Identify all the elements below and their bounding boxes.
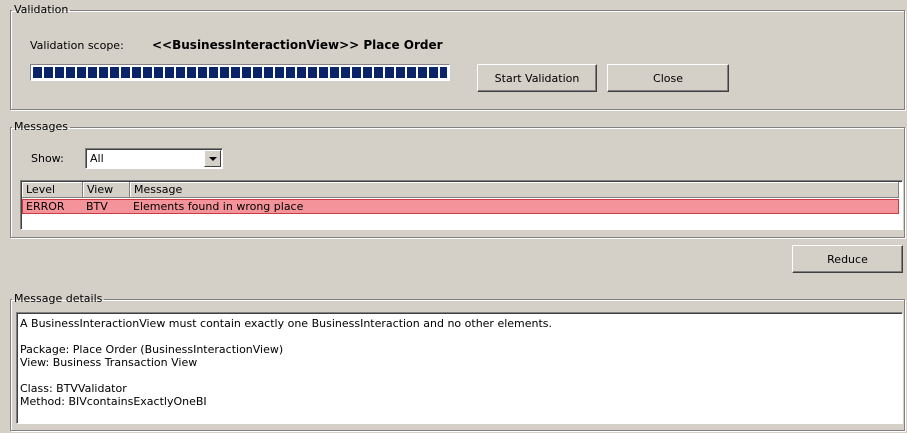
row-level: ERROR xyxy=(26,200,65,213)
show-filter-select[interactable]: All xyxy=(85,148,223,169)
show-filter-value: All xyxy=(90,152,104,165)
reduce-button[interactable]: Reduce xyxy=(792,245,903,273)
start-validation-button[interactable]: Start Validation xyxy=(477,64,597,92)
messages-table-header: Level View Message xyxy=(22,182,899,198)
message-details-text: A BusinessInteractionView must contain e… xyxy=(16,312,903,424)
validation-progress-bar xyxy=(30,64,450,81)
progress-fill xyxy=(33,67,447,78)
validation-scope-value: <<BusinessInteractionView>> Place Order xyxy=(152,38,443,52)
close-button[interactable]: Close xyxy=(607,64,729,92)
column-header-message[interactable]: Message xyxy=(130,182,899,198)
column-header-level[interactable]: Level xyxy=(22,182,83,198)
validation-scope-label: Validation scope: xyxy=(30,39,124,52)
table-row[interactable]: ERROR BTV Elements found in wrong place xyxy=(22,199,899,214)
column-header-view[interactable]: View xyxy=(83,182,130,198)
row-view: BTV xyxy=(86,200,108,213)
validation-group: Validation xyxy=(10,4,905,110)
validation-legend: Validation xyxy=(14,3,69,16)
message-details-legend: Message details xyxy=(14,292,103,305)
messages-legend: Messages xyxy=(14,120,68,133)
chevron-down-icon[interactable] xyxy=(204,150,221,167)
show-label: Show: xyxy=(31,152,64,165)
messages-table: Level View Message ERROR BTV Elements fo… xyxy=(20,180,903,230)
row-message: Elements found in wrong place xyxy=(133,200,304,213)
